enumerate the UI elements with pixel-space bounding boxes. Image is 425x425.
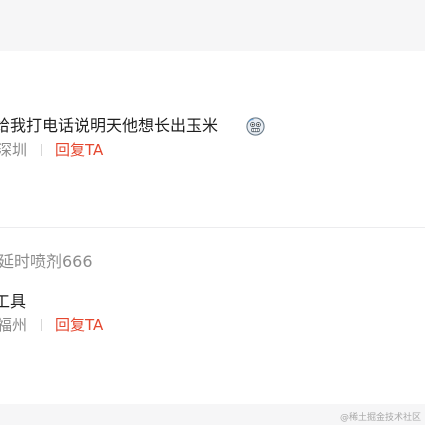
comment-location: 福州 xyxy=(0,316,28,334)
quoted-comment-text: 延时喷剂666 xyxy=(0,252,93,271)
watermark: @稀土掘金技术社区 xyxy=(339,413,421,423)
meta-divider xyxy=(41,144,42,156)
grimacing-emoji-icon xyxy=(246,117,265,136)
reply-button[interactable]: 回复TA xyxy=(55,141,103,159)
comment-location: 深圳 xyxy=(0,141,28,159)
comment-divider xyxy=(0,227,425,228)
comment-text: 给我打电话说明天他想长出玉米 xyxy=(0,116,219,135)
meta-divider xyxy=(41,319,42,331)
top-gray-band xyxy=(0,0,425,51)
reply-button[interactable]: 回复TA xyxy=(55,316,103,334)
comment-text: 工具 xyxy=(0,292,27,311)
